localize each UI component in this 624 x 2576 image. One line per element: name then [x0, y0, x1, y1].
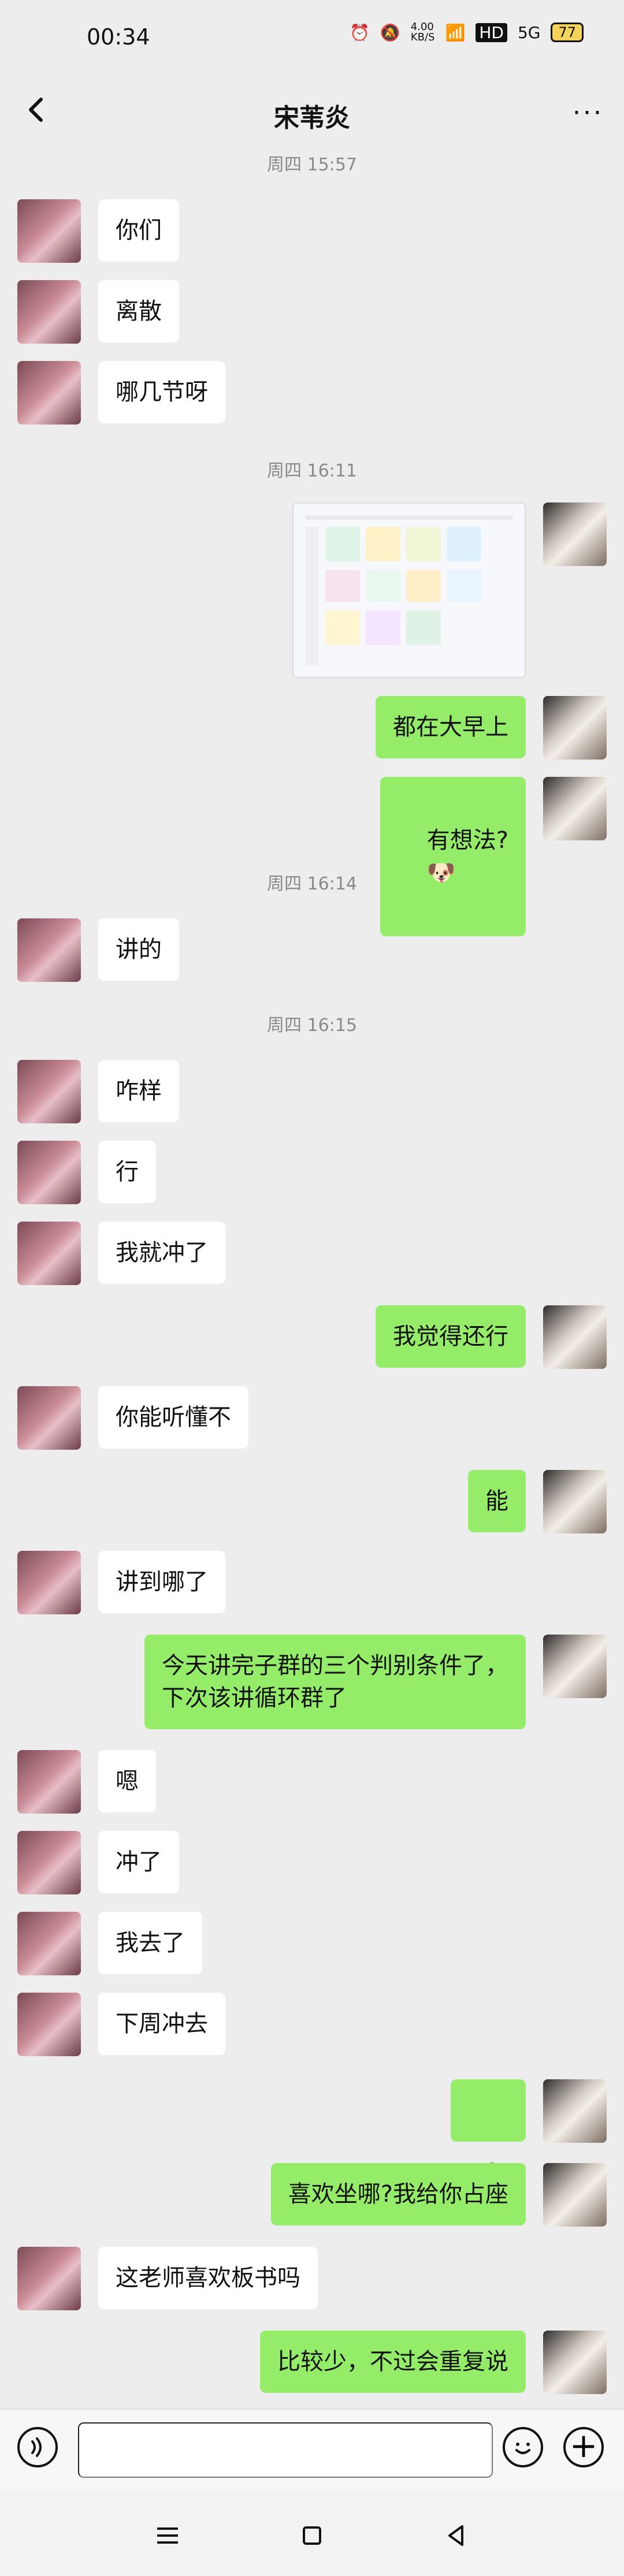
message-text: 有想法?: [426, 827, 508, 854]
home-icon[interactable]: [295, 2518, 329, 2553]
chat-title: 宋苇炎: [274, 103, 350, 133]
avatar[interactable]: [17, 1993, 81, 2056]
message-bubble[interactable]: 这老师喜欢板书吗: [98, 2247, 318, 2309]
avatar[interactable]: [543, 1305, 607, 1369]
message-bubble[interactable]: 行: [98, 1141, 156, 1203]
message-bubble[interactable]: 讲到哪了: [98, 1551, 225, 1613]
avatar[interactable]: [17, 1750, 81, 1814]
system-navigation: [0, 2489, 624, 2576]
mute-icon: 🔕: [380, 23, 400, 42]
alarm-icon: ⏰: [350, 23, 370, 42]
wifi-icon: 📶: [445, 23, 466, 42]
avatar[interactable]: [17, 1551, 81, 1614]
avatar[interactable]: [17, 1912, 81, 1975]
message-bubble[interactable]: 我觉得还行: [376, 1305, 526, 1368]
image-message[interactable]: [292, 502, 526, 678]
emoji-icon[interactable]: [503, 2427, 543, 2467]
message-bubble[interactable]: 下周冲去: [98, 1993, 225, 2055]
time-label: 周四 16:11: [267, 461, 357, 481]
message-bubble[interactable]: 你能听懂不: [98, 1386, 248, 1449]
avatar[interactable]: [17, 280, 81, 344]
net-speed: 4.00 KB/S: [410, 21, 435, 43]
menu-icon[interactable]: [150, 2518, 185, 2553]
plus-icon[interactable]: +: [563, 2427, 604, 2467]
chat-header: 宋苇炎 ···: [0, 81, 624, 144]
time-label: 周四 16:14: [267, 874, 357, 894]
message-bubble[interactable]: 能: [468, 1470, 526, 1532]
message-bubble[interactable]: 冲了: [98, 1831, 179, 1893]
message-bubble[interactable]: 今天讲完子群的三个判别条件了， 下次该讲循环群了: [144, 1635, 526, 1729]
input-bar: +: [0, 2409, 624, 2491]
status-icons: ⏰ 🔕 4.00 KB/S 📶 HD 5G 77: [350, 22, 584, 43]
time-label: 周四 15:57: [267, 155, 357, 175]
avatar[interactable]: [17, 918, 81, 982]
message-bubble[interactable]: 喜欢坐哪?我给你占座: [270, 2163, 526, 2225]
avatar[interactable]: [543, 2163, 607, 2227]
more-icon[interactable]: ···: [573, 98, 604, 128]
status-bar: 00:34 ⏰ 🔕 4.00 KB/S 📶 HD 5G 77: [0, 0, 624, 81]
avatar[interactable]: [543, 502, 607, 566]
message-bubble[interactable]: 讲的: [98, 918, 179, 981]
message-bubble[interactable]: 我就冲了: [98, 1222, 225, 1284]
battery: 77: [551, 23, 584, 42]
triangle-back-icon[interactable]: [439, 2518, 474, 2553]
message-bubble[interactable]: 我去了: [98, 1912, 202, 1974]
avatar[interactable]: [17, 1141, 81, 1204]
network-label: 5G: [517, 23, 541, 42]
avatar[interactable]: [543, 2079, 607, 2143]
avatar[interactable]: [543, 777, 607, 840]
message-bubble[interactable]: 离散: [98, 280, 179, 343]
status-time: 00:34: [87, 24, 150, 50]
message-bubble[interactable]: 哪几节呀: [98, 361, 225, 423]
avatar[interactable]: [17, 1222, 81, 1285]
avatar[interactable]: [17, 1386, 81, 1450]
message-bubble[interactable]: 都在大早上: [376, 696, 526, 758]
avatar[interactable]: [17, 361, 81, 425]
sticker-bubble[interactable]: 🥕: [451, 2079, 526, 2190]
avatar[interactable]: [543, 1470, 607, 1533]
avatar[interactable]: [17, 1831, 81, 1894]
avatar[interactable]: [543, 1635, 607, 1698]
schedule-thumbnail: [299, 509, 519, 671]
avatar[interactable]: [543, 696, 607, 760]
avatar[interactable]: [17, 2247, 81, 2310]
hd-icon: HD: [476, 23, 507, 42]
message-bubble[interactable]: 比较少，不过会重复说: [260, 2331, 526, 2393]
message-bubble[interactable]: 嗯: [98, 1750, 156, 1812]
avatar[interactable]: [17, 199, 81, 263]
voice-icon[interactable]: [17, 2427, 58, 2467]
message-input[interactable]: [78, 2422, 493, 2478]
message-bubble[interactable]: 有想法? 🐶: [380, 777, 526, 936]
avatar[interactable]: [543, 2331, 607, 2394]
message-bubble[interactable]: 你们: [98, 199, 179, 262]
time-label: 周四 16:15: [267, 1015, 357, 1036]
avatar[interactable]: [17, 1060, 81, 1123]
message-bubble[interactable]: 咋样: [98, 1060, 179, 1122]
